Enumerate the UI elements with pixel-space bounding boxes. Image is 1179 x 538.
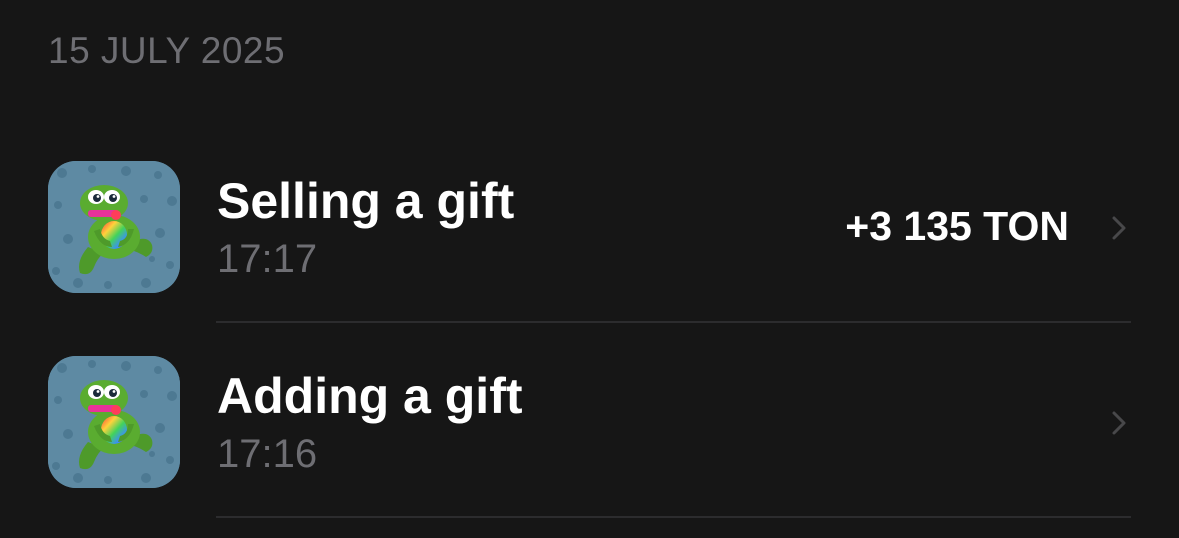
row-divider	[216, 516, 1131, 518]
row-divider	[216, 321, 1131, 323]
chevron-right-icon	[1112, 216, 1126, 240]
transaction-title: Adding a gift	[217, 368, 523, 424]
transaction-row[interactable]: Selling a gift 17:17 +3 135 TON	[0, 130, 1179, 324]
transaction-time: 17:16	[217, 432, 318, 476]
frog-gift-icon	[48, 161, 180, 293]
frog-gift-icon	[48, 356, 180, 488]
date-section-header: 15 JULY 2025	[48, 30, 286, 71]
chevron-right-icon	[1112, 411, 1126, 435]
transaction-amount: +3 135 TON	[845, 203, 1069, 249]
transaction-time: 17:17	[217, 237, 318, 281]
transaction-row[interactable]: Adding a gift 17:16	[0, 325, 1179, 519]
transaction-title: Selling a gift	[217, 173, 515, 229]
